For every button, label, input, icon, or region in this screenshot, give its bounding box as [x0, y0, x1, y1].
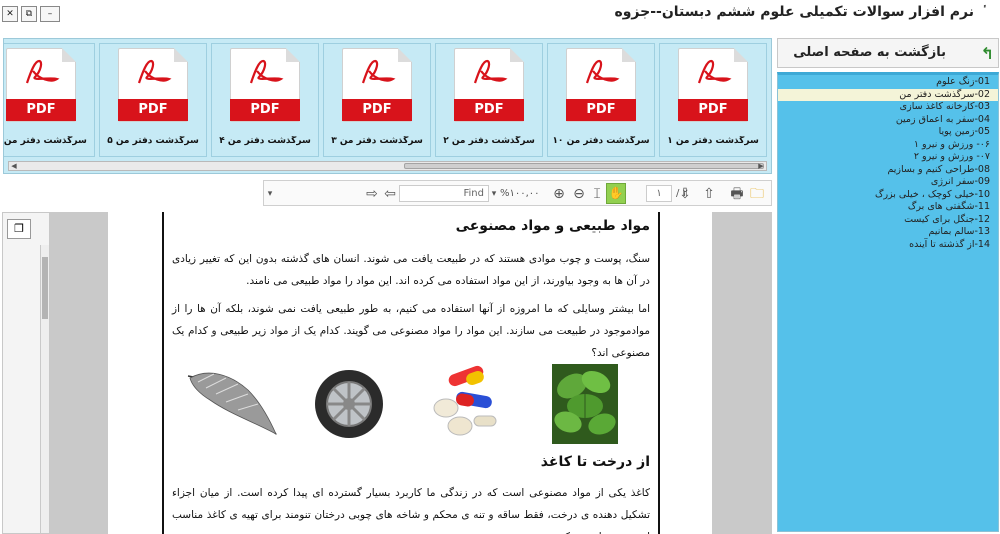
thumbnail-label: سرگذشت دفتر من ۶: [3, 136, 87, 146]
pdf-file-icon: PDF: [230, 48, 300, 122]
viewer-side-rail: ❐: [2, 212, 50, 534]
hand-tool-icon[interactable]: ✋: [606, 183, 626, 204]
document-section-2: از درخت تا کاغذ کاغذ یکی از مواد مصنوعی …: [172, 454, 650, 534]
pdf-thumbnail[interactable]: PDF سرگذشت دفتر من ۲: [435, 43, 543, 157]
feather-image: [187, 372, 277, 435]
pdf-file-icon: PDF: [566, 48, 636, 122]
pdf-thumbnail[interactable]: PDF سرگذشت دفتر من ۶: [3, 43, 95, 157]
document-scroll-thumb[interactable]: [42, 257, 48, 319]
lesson-list-item[interactable]: 13-سالم بمانیم: [778, 226, 998, 238]
lesson-list: 01-زنگ علوم 02-سرگذشت دفتر من 03-کارخانه ک…: [777, 72, 999, 532]
select-text-icon[interactable]: 𝙸: [590, 184, 604, 204]
zoom-in-icon[interactable]: ⊕: [550, 184, 568, 204]
app-title: نرم افزار سوالات تکمیلی علوم ششم دبستان-…: [614, 4, 974, 20]
lesson-list-item[interactable]: 04-سفر به اعماق زمین: [778, 114, 998, 126]
pdf-thumbnail[interactable]: PDF سرگذشت دفتر من ۱۰: [547, 43, 655, 157]
app-icon: ٔ: [982, 4, 996, 18]
scroll-right-arrow-icon[interactable]: ▶: [756, 162, 766, 170]
thumbnail-scrollbar[interactable]: ◀ ▶: [8, 161, 767, 171]
document-scrollbar[interactable]: [40, 245, 49, 533]
thumbnail-row: PDF سرگذشت دفتر من ۱ PDF سرگذشت دفتر من ۱۰ P…: [3, 43, 767, 157]
thumbnail-label: سرگذشت دفتر من ۳: [331, 136, 423, 146]
paragraph: سنگ، پوست و چوب موادی هستند که در طبیعت …: [172, 253, 650, 287]
back-arrow-icon: ↰: [980, 44, 994, 63]
lesson-list-item[interactable]: 10-خیلی کوچک ، خیلی بزرگ: [778, 189, 998, 201]
thumbnail-label: سرگذشت دفتر من ۲: [443, 136, 535, 146]
page-border-right: [658, 212, 660, 534]
pdf-file-icon: PDF: [454, 48, 524, 122]
find-input[interactable]: Find: [399, 185, 489, 202]
thumbnail-label: سرگذشت دفتر من ۱۰: [552, 136, 650, 146]
back-to-home-button[interactable]: بازگشت به صفحه اصلی ↰: [777, 38, 999, 68]
app-window: ✕ ⧉ – نرم افزار سوالات تکمیلی علوم ششم د…: [0, 0, 1000, 534]
lesson-list-item[interactable]: 11-شگفتی های برگ: [778, 201, 998, 213]
lesson-list-item[interactable]: 03-کارخانه کاغذ سازی: [778, 101, 998, 113]
next-search-icon[interactable]: ⇨: [364, 184, 380, 204]
pdf-thumbnail[interactable]: PDF سرگذشت دفتر من ۳: [323, 43, 431, 157]
mint-leaves-image: [552, 364, 618, 444]
prev-search-icon[interactable]: ⇦: [382, 184, 398, 204]
thumbnail-label: سرگذشت دفتر من ۱: [667, 136, 759, 146]
section-heading: مواد طبیعی و مواد مصنوعی: [455, 218, 650, 234]
pdf-file-icon: PDF: [678, 48, 748, 122]
pdf-thumbnail[interactable]: PDF سرگذشت دفتر من ۴: [211, 43, 319, 157]
paragraph: اما بیشتر وسایلی که ما امروزه از آنها اس…: [172, 303, 650, 359]
document-section-1: مواد طبیعی و مواد مصنوعی سنگ، پوست و چوب…: [172, 218, 650, 370]
open-folder-icon[interactable]: 🗀: [748, 184, 766, 204]
pdf-toolbar: ▾ ⇨ ⇦ Find ▾ %۱۰۰,۰۰ ⊕ ⊖ 𝙸 ✋ ۱ / ۲ ⇩ ⇧ 🖶…: [263, 180, 772, 206]
find-options-icon[interactable]: ▾: [489, 184, 499, 204]
materials-images: [172, 364, 650, 444]
lesson-list-item[interactable]: 01-زنگ علوم: [778, 76, 998, 88]
scroll-left-arrow-icon[interactable]: ◀: [9, 162, 19, 170]
page-number-input[interactable]: ۱: [646, 185, 672, 202]
thumbnail-label: سرگذشت دفتر من ۵: [107, 136, 199, 146]
lesson-list-item[interactable]: 05-زمین پویا: [778, 126, 998, 138]
pdf-thumbnail-strip: PDF سرگذشت دفتر من ۱ PDF سرگذشت دفتر من ۱۰ P…: [3, 38, 772, 174]
pdf-file-icon: PDF: [6, 48, 76, 122]
zoom-level[interactable]: %۱۰۰,۰۰: [500, 185, 550, 202]
next-page-icon[interactable]: ⇩: [676, 184, 694, 204]
lesson-list-item[interactable]: 09-سفر انرژی: [778, 176, 998, 188]
section-heading: از درخت تا کاغذ: [540, 454, 650, 470]
thumbnail-label: سرگذشت دفتر من ۴: [219, 136, 311, 146]
lesson-list-item[interactable]: 08-طراحی کنیم و بسازیم: [778, 164, 998, 176]
lesson-list-item[interactable]: ۰۶- ورزش و نیرو ۱: [778, 139, 998, 151]
zoom-out-icon[interactable]: ⊖: [570, 184, 588, 204]
pdf-file-icon: PDF: [118, 48, 188, 122]
title-bar: ✕ ⧉ – نرم افزار سوالات تکمیلی علوم ششم د…: [0, 0, 1000, 34]
thumbnail-scroll-thumb[interactable]: [404, 163, 764, 169]
page-thumbnails-icon[interactable]: ❐: [7, 219, 31, 239]
print-icon[interactable]: 🖶: [728, 184, 746, 204]
minimize-window-button[interactable]: –: [40, 6, 60, 22]
window-controls: ✕ ⧉ –: [2, 6, 60, 22]
toolbar-expand-icon[interactable]: ▾: [266, 184, 274, 204]
lesson-list-item[interactable]: 14-از گذشته تا آینده: [778, 239, 998, 251]
prev-page-icon[interactable]: ⇧: [700, 184, 718, 204]
document-viewer[interactable]: مواد طبیعی و مواد مصنوعی سنگ، پوست و چوب…: [50, 212, 772, 534]
pdf-file-icon: PDF: [342, 48, 412, 122]
pdf-thumbnail[interactable]: PDF سرگذشت دفتر من ۱: [659, 43, 767, 157]
pdf-thumbnail[interactable]: PDF سرگذشت دفتر من ۵: [99, 43, 207, 157]
paragraph: کاغذ یکی از مواد مصنوعی است که در زندگی …: [172, 487, 650, 534]
lesson-list-item[interactable]: 12-جنگل برای کیست: [778, 214, 998, 226]
page-border-left: [162, 212, 164, 534]
lesson-list-item[interactable]: ۰۷- ورزش و نیرو ۲: [778, 151, 998, 163]
close-window-button[interactable]: ✕: [2, 6, 18, 22]
pills-image: [433, 365, 497, 436]
tire-image: [315, 370, 383, 438]
lesson-list-item[interactable]: 02-سرگذشت دفتر من: [778, 88, 998, 101]
back-to-home-label: بازگشت به صفحه اصلی: [793, 45, 946, 60]
restore-window-button[interactable]: ⧉: [21, 6, 37, 22]
